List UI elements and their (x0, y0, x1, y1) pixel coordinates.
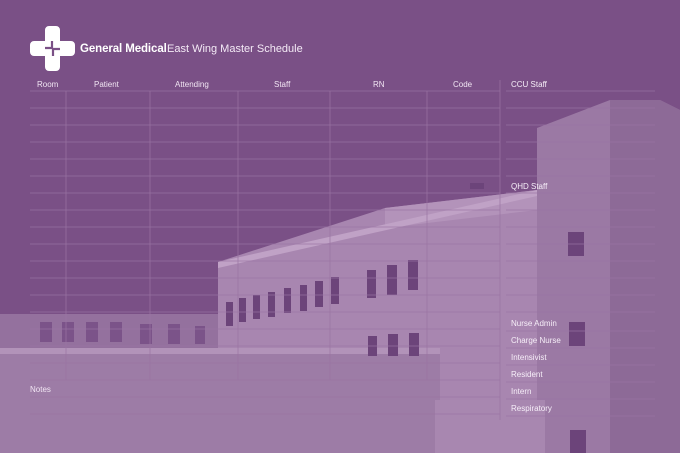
schedule-board: General Medical East Wing Master Schedul… (0, 0, 680, 453)
role-intern: Intern (511, 387, 532, 396)
medical-cross-icon (30, 26, 75, 71)
schedule-grid (30, 80, 655, 420)
notes-label: Notes (30, 385, 51, 394)
role-charge-nurse: Charge Nurse (511, 336, 561, 345)
column-header-code: Code (453, 80, 473, 89)
column-header-attending: Attending (175, 80, 209, 89)
column-header-patient: Patient (94, 80, 119, 89)
column-header-staff: Staff (274, 80, 291, 89)
role-nurse-admin: Nurse Admin (511, 319, 557, 328)
role-resident: Resident (511, 370, 543, 379)
qhd-staff-label: QHD Staff (511, 182, 548, 191)
role-respiratory: Respiratory (511, 404, 552, 413)
role-intensivist: Intensivist (511, 353, 547, 362)
column-header-rn: RN (373, 80, 385, 89)
brand-name: General Medical (80, 43, 167, 55)
board-title: East Wing Master Schedule (167, 43, 303, 55)
column-header-room: Room (37, 80, 59, 89)
ccu-staff-label: CCU Staff (511, 80, 547, 89)
